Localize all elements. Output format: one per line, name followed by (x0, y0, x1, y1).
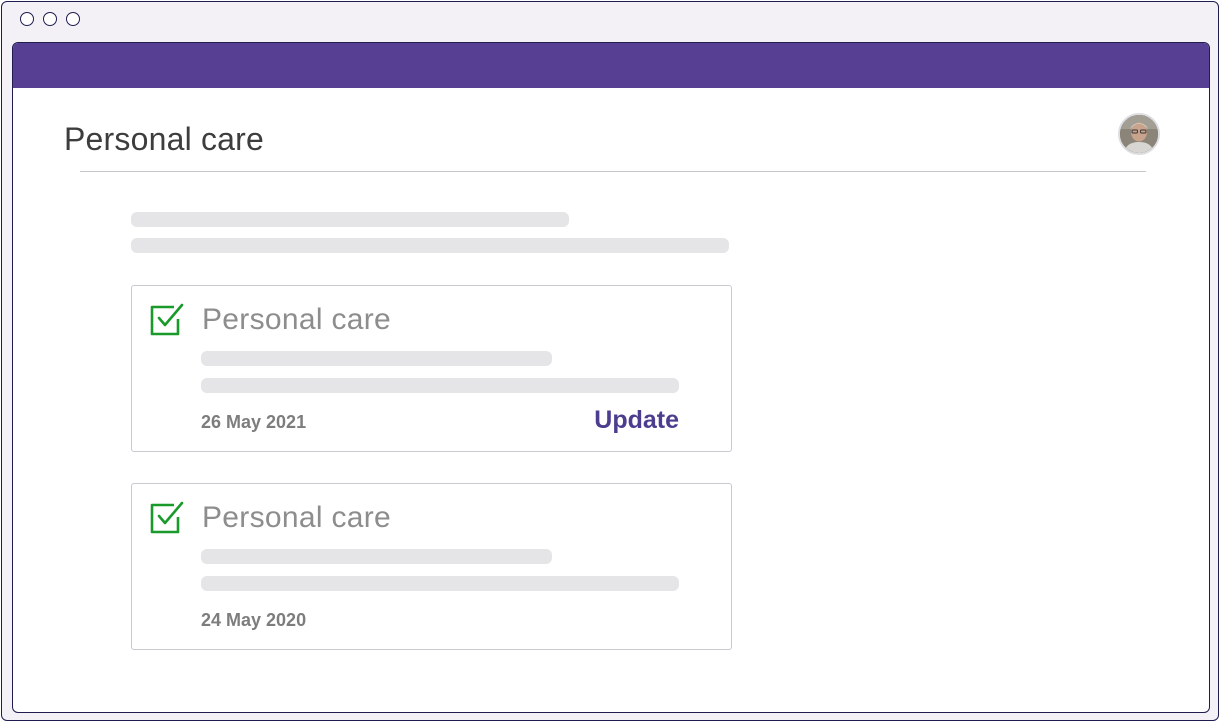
checkbox-checked-icon (150, 501, 184, 534)
user-avatar[interactable] (1118, 113, 1160, 155)
page-title: Personal care (64, 121, 265, 157)
app-viewport: Personal care Personal care 26 May 2021 … (12, 42, 1210, 713)
browser-window: Personal care Personal care 26 May 2021 … (1, 1, 1219, 721)
header-divider (80, 171, 1146, 172)
card-title: Personal care (202, 501, 391, 534)
placeholder-line (131, 212, 569, 227)
card-date: 24 May 2020 (201, 610, 307, 630)
card-title: Personal care (202, 303, 391, 336)
window-minimize-dot[interactable] (43, 12, 57, 26)
care-record-card: Personal care 26 May 2021 Update (131, 285, 732, 452)
placeholder-line (131, 238, 729, 253)
placeholder-line (201, 351, 552, 366)
update-link[interactable]: Update (594, 406, 679, 435)
placeholder-line (201, 549, 552, 564)
avatar-photo-icon (1120, 115, 1158, 153)
placeholder-line (201, 378, 679, 393)
window-controls (20, 12, 80, 26)
window-maximize-dot[interactable] (66, 12, 80, 26)
app-header-bar (13, 43, 1209, 88)
card-date: 26 May 2021 (201, 412, 307, 432)
care-record-card: Personal care 24 May 2020 (131, 483, 732, 650)
checkbox-checked-icon (150, 303, 184, 336)
window-close-dot[interactable] (20, 12, 34, 26)
placeholder-line (201, 576, 679, 591)
